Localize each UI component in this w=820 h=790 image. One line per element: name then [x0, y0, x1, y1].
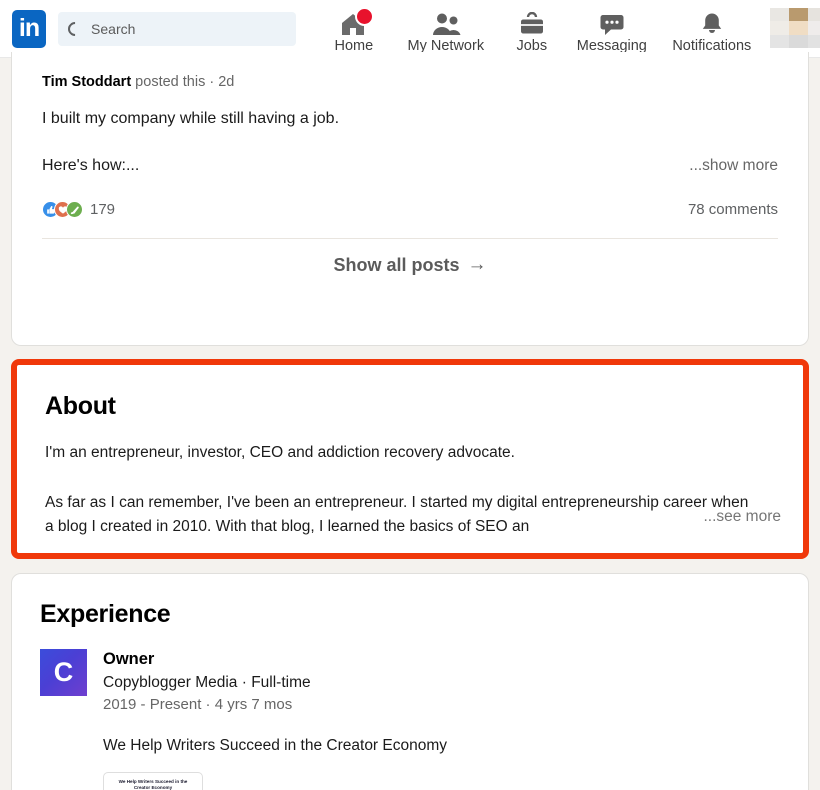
experience-description: We Help Writers Succeed in the Creator E…	[103, 736, 448, 754]
post-show-more-link[interactable]: ...show more	[689, 157, 778, 175]
show-all-posts-button[interactable]: Show all posts →	[12, 239, 808, 291]
experience-content: Experience C Owner Copyblogger Media · F…	[12, 574, 808, 790]
briefcase-icon	[519, 10, 545, 37]
post-author-name[interactable]: Tim Stoddart	[42, 74, 131, 90]
profile-page-body: Tim Stoddart posted this · 2d I built my…	[0, 52, 820, 790]
experience-entry-text: Owner Copyblogger Media · Full-time 2019…	[103, 649, 721, 790]
top-navigation-bar: in Home My Network	[0, 0, 820, 58]
people-icon	[431, 10, 461, 37]
nav-item-jobs[interactable]: Jobs	[498, 0, 566, 58]
experience-role: Owner	[103, 650, 155, 668]
experience-entry: C Owner Copyblogger Media · Full-time 20…	[40, 649, 780, 790]
message-bubble-icon	[599, 10, 625, 37]
bell-icon	[699, 10, 725, 37]
activity-posts-card: Tim Stoddart posted this · 2d I built my…	[11, 52, 809, 346]
about-content: About I'm an entrepreneur, investor, CEO…	[17, 365, 803, 553]
nav-item-my-network[interactable]: My Network	[394, 0, 498, 58]
search-icon	[65, 18, 85, 39]
about-paragraph-2: As far as I can remember, I've been an e…	[45, 494, 749, 536]
nav-item-messaging[interactable]: Messaging	[566, 0, 658, 58]
search-input[interactable]	[91, 20, 286, 37]
about-paragraph-1: I'm an entrepreneur, investor, CEO and a…	[45, 444, 515, 461]
post-time-meta: posted this · 2d	[131, 74, 235, 90]
comments-count[interactable]: 78 comments	[688, 201, 778, 218]
reaction-count: 179	[90, 201, 116, 219]
link-thumbnail-heading: We Help Writers Succeed in the Creator E…	[118, 778, 188, 790]
nav-item-home[interactable]: Home	[314, 0, 394, 58]
link-thumbnail[interactable]: We Help Writers Succeed in the Creator E…	[103, 771, 203, 790]
post-text-line-1: I built my company while still having a …	[42, 110, 340, 127]
celebrate-reaction-icon	[66, 201, 83, 219]
reactions-group[interactable]: 179	[42, 201, 116, 219]
post-second-line-row: Here's how:... ...show more	[42, 154, 778, 177]
home-notification-badge	[355, 6, 375, 26]
experience-section-title: Experience	[40, 600, 171, 628]
experience-card: Experience C Owner Copyblogger Media · F…	[11, 573, 809, 790]
about-card-highlighted: About I'm an entrepreneur, investor, CEO…	[11, 359, 809, 559]
experience-dates: 2019 - Present · 4 yrs 7 mos	[103, 695, 293, 713]
show-all-posts-label: Show all posts	[333, 254, 460, 275]
linkedin-logo[interactable]: in	[12, 9, 47, 48]
post-text-line-2: Here's how:...	[42, 157, 140, 175]
profile-avatar[interactable]	[769, 7, 820, 48]
post-social-row: 179 78 comments	[42, 201, 778, 219]
search-box[interactable]	[58, 11, 296, 46]
arrow-right-icon: →	[467, 254, 487, 276]
post-author-meta: Tim Stoddart posted this · 2d	[42, 74, 778, 90]
experience-media-link[interactable]: We Help Writers Succeed in the Creator E…	[103, 771, 721, 790]
about-see-more-link[interactable]: ...see more	[697, 508, 781, 526]
post-content: Tim Stoddart posted this · 2d I built my…	[12, 52, 808, 240]
company-logo-copyblogger[interactable]: C	[40, 649, 87, 696]
nav-item-notifications[interactable]: Notifications	[658, 0, 766, 58]
home-icon	[340, 6, 375, 37]
experience-company: Copyblogger Media · Full-time	[103, 673, 311, 691]
about-section-title: About	[45, 392, 116, 420]
nav-items: Home My Network Jobs Messaging Notificat…	[314, 0, 766, 58]
